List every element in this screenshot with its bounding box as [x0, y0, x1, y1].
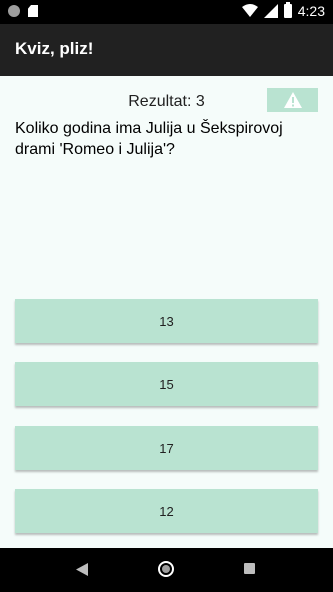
- status-bar: 4:23: [0, 0, 333, 24]
- circle-indicator-icon: [8, 5, 20, 17]
- answer-button-4[interactable]: 12: [15, 489, 318, 533]
- recents-icon[interactable]: [244, 563, 255, 574]
- signal-icon: [263, 4, 278, 18]
- quiz-screen: Rezultat: 3 Koliko godina ima Julija u Š…: [0, 76, 333, 548]
- home-icon[interactable]: [158, 561, 174, 577]
- answer-button-1[interactable]: 13: [15, 299, 318, 343]
- answer-button-2[interactable]: 15: [15, 362, 318, 406]
- answer-button-3[interactable]: 17: [15, 426, 318, 470]
- warning-icon: [283, 92, 302, 108]
- sd-card-icon: [28, 5, 38, 17]
- navigation-bar: [0, 548, 333, 592]
- status-left: [8, 5, 38, 17]
- app-title: Kviz, pliz!: [15, 39, 94, 58]
- status-right: 4:23: [241, 2, 325, 19]
- battery-icon: [283, 2, 292, 18]
- status-time: 4:23: [297, 3, 325, 19]
- wifi-icon: [241, 4, 258, 17]
- back-icon[interactable]: [76, 563, 88, 576]
- question-text: Koliko godina ima Julija u Šekspirovoj d…: [15, 120, 283, 158]
- app-bar: Kviz, pliz!: [0, 24, 333, 76]
- report-button[interactable]: [267, 88, 318, 112]
